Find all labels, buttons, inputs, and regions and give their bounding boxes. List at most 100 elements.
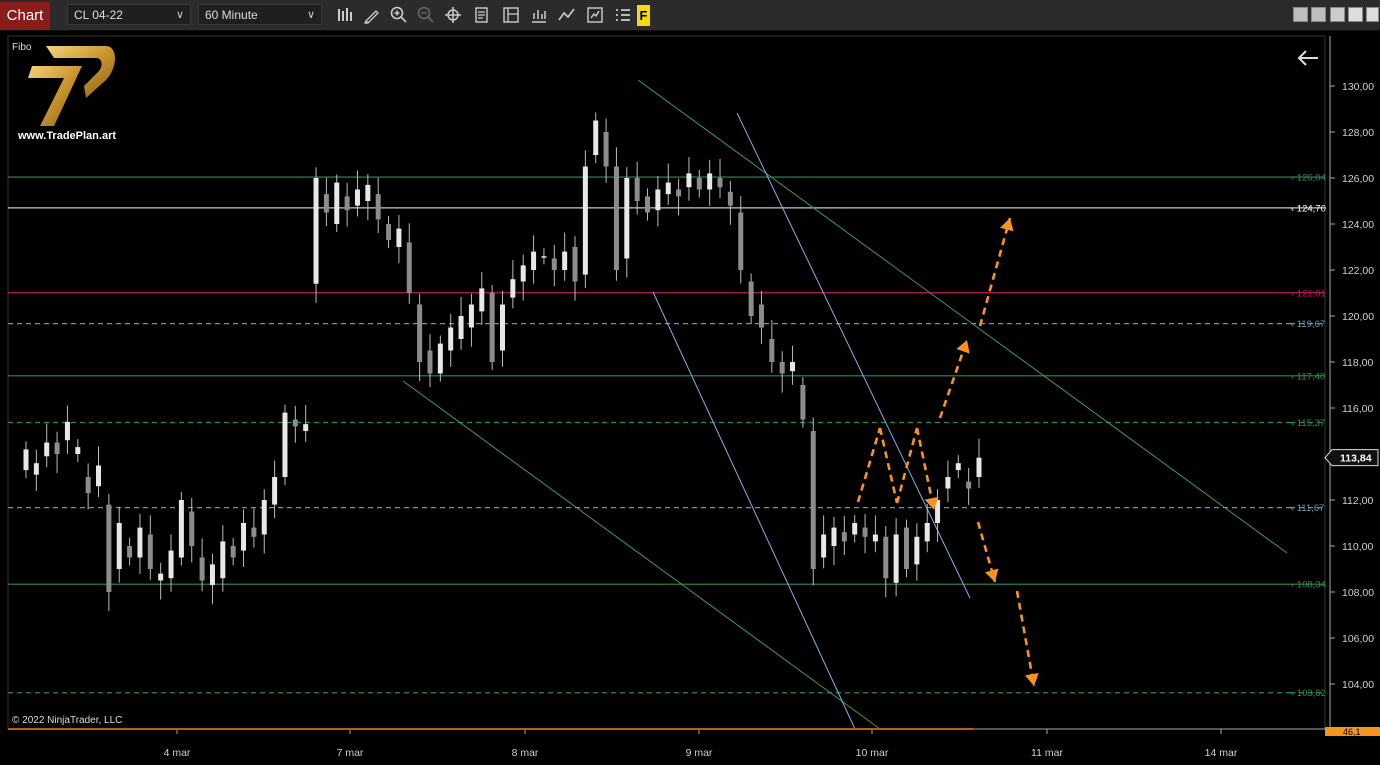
templates-icon[interactable] [501, 5, 521, 25]
candle-body [344, 196, 350, 211]
x-tick-label: 9 mar [686, 747, 713, 759]
candle-body [448, 327, 454, 351]
y-tick-label: 104,00 [1342, 679, 1374, 691]
candle-body [54, 442, 60, 454]
pencil-icon[interactable] [362, 5, 382, 25]
chart-toolbar: Chart CL 04-22 ∨ 60 Minute ∨ F [0, 0, 1380, 31]
candle-body [541, 256, 547, 258]
arrow-left-icon[interactable] [1296, 49, 1320, 67]
candle-body [852, 523, 858, 535]
y-tick-label: 128,00 [1342, 127, 1374, 139]
candle-body [417, 304, 423, 362]
candle-body [292, 419, 298, 427]
candle-body [64, 421, 70, 441]
y-tick-label: 118,00 [1342, 357, 1373, 369]
candle-body [261, 500, 267, 535]
candle-body [75, 447, 81, 454]
candle-body [520, 265, 526, 282]
y-tick-label: 108,00 [1342, 587, 1374, 599]
candle-body [883, 536, 889, 579]
candle-body [551, 258, 557, 270]
y-tick-label: 116,00 [1342, 403, 1373, 415]
fib-level-label: ‹ 115,37 [1291, 418, 1325, 429]
candle-body [137, 527, 143, 558]
candle-body [106, 504, 112, 592]
candle-body [375, 194, 381, 220]
y-tick-label: 110,00 [1342, 541, 1373, 553]
candle-body [489, 293, 495, 362]
candle-body [758, 304, 764, 328]
candle-body [945, 477, 951, 489]
candle-body [458, 316, 464, 339]
candle-body [168, 550, 174, 579]
candle-body [790, 362, 796, 372]
strategies-icon[interactable] [557, 5, 577, 25]
candle-body [96, 465, 102, 487]
candle-body [127, 546, 133, 558]
candle-body [531, 251, 537, 270]
y-tick-label: 106,00 [1342, 633, 1374, 645]
tile-window-icon[interactable] [1293, 7, 1308, 22]
bars-type-icon[interactable] [335, 5, 355, 25]
minimize-window-icon[interactable] [1330, 7, 1345, 22]
chart-trader-icon[interactable] [585, 5, 605, 25]
candle-body [717, 178, 723, 188]
candle-body [821, 534, 827, 558]
candle-body [365, 184, 371, 201]
candle-body [199, 557, 205, 581]
zoom-out-icon[interactable] [416, 5, 436, 25]
candle-body [696, 178, 702, 190]
candle-body [810, 431, 816, 569]
x-tick-label: 4 mar [164, 747, 191, 759]
maximize-window-icon[interactable] [1348, 7, 1363, 22]
fib-level-label: ‹ 126,04 [1291, 173, 1326, 184]
interval-selector[interactable]: 60 Minute ∨ [198, 4, 322, 25]
tab-chart[interactable]: Chart [0, 2, 50, 30]
crosshair-icon[interactable] [443, 5, 463, 25]
data-box-icon[interactable] [613, 5, 633, 25]
candle-body [354, 189, 360, 206]
candle-body [116, 523, 122, 569]
y-tick-label: 120,00 [1342, 311, 1374, 323]
price-chart[interactable]: 104,00106,00108,00110,00112,00114,00116,… [0, 31, 1380, 765]
x-tick-label: 7 mar [337, 747, 364, 759]
copyright-text: © 2022 NinjaTrader, LLC [12, 715, 123, 726]
candle-body [230, 546, 236, 558]
candle-body [582, 166, 588, 275]
x-tick-label: 8 mar [512, 747, 539, 759]
bottom-price-label: 46,1 [1343, 727, 1361, 737]
candle-body [85, 477, 91, 494]
zoom-in-icon[interactable] [389, 5, 409, 25]
chevron-down-icon: ∨ [175, 9, 184, 21]
candle-body [676, 189, 682, 197]
fib-level-label: ‹ 111,67 [1291, 503, 1324, 514]
candle-body [862, 527, 868, 537]
candle-body [23, 449, 29, 471]
candle-body [779, 362, 785, 374]
candle-body [313, 178, 319, 284]
y-tick-label: 126,00 [1342, 173, 1374, 185]
close-window-icon[interactable] [1366, 7, 1379, 22]
candle-body [924, 523, 930, 542]
candle-body [893, 534, 899, 583]
highlight-flag-button[interactable]: F [637, 5, 650, 26]
y-tick-label: 122,00 [1342, 265, 1374, 277]
candle-body [738, 212, 744, 270]
candle-body [468, 304, 474, 328]
chart-background [0, 31, 1380, 765]
last-price-label: 113,84 [1340, 453, 1372, 465]
candle-body [686, 173, 692, 188]
indicators-icon[interactable] [529, 5, 549, 25]
candle-body [323, 194, 329, 213]
candle-body [593, 120, 599, 155]
candle-body [334, 182, 340, 224]
candle-body [500, 304, 505, 351]
x-tick-label: 14 mar [1205, 747, 1238, 759]
instrument-selector[interactable]: CL 04-22 ∨ [67, 4, 191, 25]
candle-body [841, 532, 847, 542]
candle-body [634, 178, 640, 201]
instrument-value: CL 04-22 [74, 8, 123, 22]
properties-icon[interactable] [472, 5, 492, 25]
link-window-icon[interactable] [1311, 7, 1326, 22]
candle-body [624, 178, 630, 259]
